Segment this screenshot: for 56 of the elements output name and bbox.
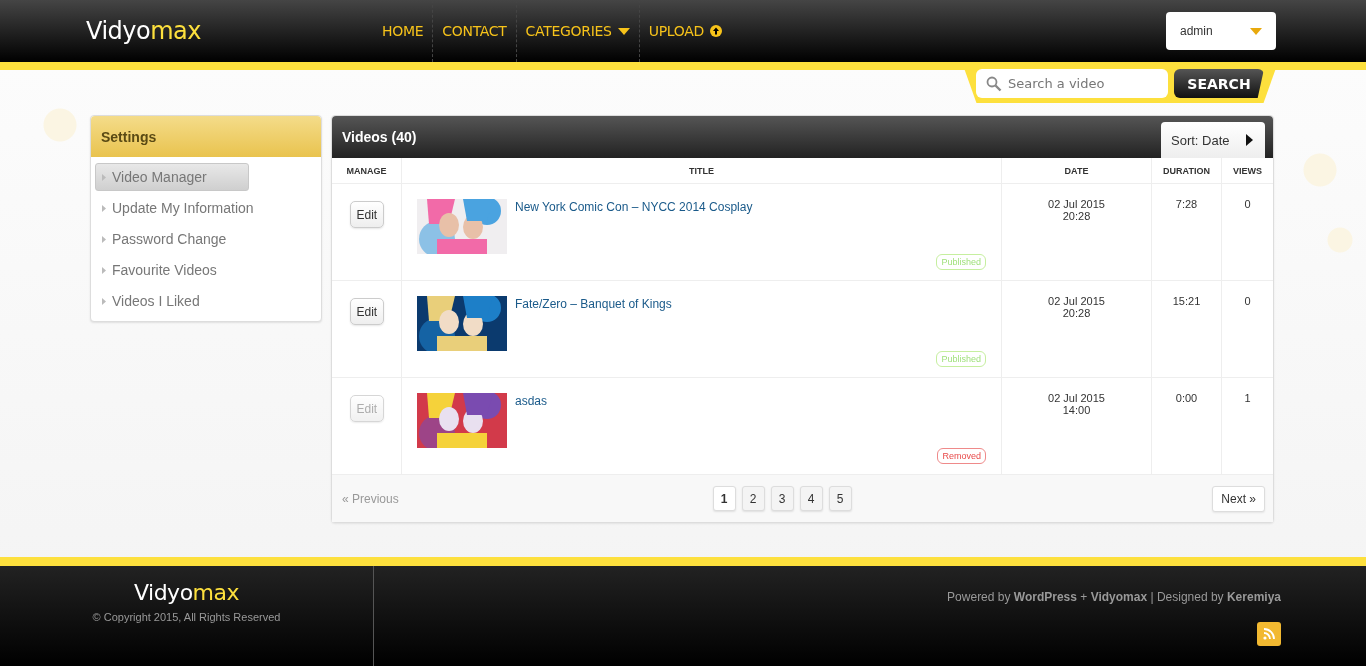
status-badge: Published	[936, 351, 986, 367]
copyright-text: © Copyright 2015, All Rights Reserved	[92, 611, 281, 623]
edit-button[interactable]: Edit	[349, 298, 384, 325]
rss-icon[interactable]	[1257, 622, 1281, 646]
sidebar-item[interactable]: Videos I Liked	[95, 287, 317, 315]
nav-link[interactable]: CATEGORIES	[515, 0, 639, 62]
caret-icon	[1250, 27, 1262, 35]
search-field[interactable]: Search a video	[976, 69, 1168, 98]
page-button[interactable]: 5	[828, 486, 852, 511]
table-cell: 0:00	[1175, 392, 1198, 404]
edit-button[interactable]: Edit	[349, 201, 384, 228]
status-badge: Published	[936, 254, 986, 270]
table-cell: 15:21	[1172, 295, 1201, 307]
nav-link[interactable]: CONTACT	[432, 0, 516, 62]
column-header: VIEWS	[1222, 158, 1273, 184]
search-button[interactable]: SEARCH	[1174, 69, 1264, 98]
page-button[interactable]: 1	[712, 486, 736, 511]
site-logo[interactable]: Vidyomax	[86, 17, 201, 45]
caret-icon	[102, 204, 106, 212]
play-icon	[1246, 134, 1253, 146]
column-header: DATE	[1002, 158, 1152, 184]
sidebar-item[interactable]: Update My Information	[95, 194, 317, 222]
search-icon	[986, 76, 1002, 92]
footer-logo: Vidyomax	[133, 580, 240, 605]
page-button[interactable]: 4	[799, 486, 823, 511]
sidebar-item[interactable]: Favourite Videos	[95, 256, 317, 284]
table-cell: 02 Jul 2015 20:28	[1048, 198, 1105, 222]
caret-icon	[102, 235, 106, 243]
table-cell: 02 Jul 2015 20:28	[1048, 295, 1105, 319]
table-cell: 0	[1244, 295, 1251, 307]
next-button[interactable]: Next »	[1212, 485, 1265, 512]
column-header: DURATION	[1152, 158, 1222, 184]
status-badge: Removed	[937, 448, 986, 464]
page-button[interactable]: 3	[770, 486, 794, 511]
nav-link[interactable]: UPLOAD	[638, 0, 731, 62]
column-header: TITLE	[402, 158, 1002, 184]
panel-title: Videos (40)	[342, 129, 417, 145]
panel-title: Settings	[91, 116, 321, 157]
caret-icon	[102, 266, 106, 274]
user-menu[interactable]: admin	[1166, 12, 1276, 50]
caret-icon	[102, 297, 106, 305]
sidebar-item[interactable]: Password Change	[95, 225, 317, 253]
table-cell: 02 Jul 2015 14:00	[1048, 392, 1105, 416]
table-cell: 1	[1244, 392, 1251, 404]
nav-link[interactable]: HOME	[373, 0, 433, 62]
column-header: MANAGE	[332, 158, 402, 184]
sort-button[interactable]: Sort: Date	[1161, 122, 1265, 158]
page-button[interactable]: 2	[741, 486, 765, 511]
table-cell: 0	[1244, 198, 1251, 210]
upload-icon	[710, 25, 722, 37]
credits-text: Powered by WordPress + Vidyomax | Designed by Keremiya	[947, 590, 1281, 604]
table-cell: 7:28	[1175, 198, 1198, 210]
video-title-link[interactable]: Fate/Zero – Banquet of Kings	[515, 297, 986, 311]
video-title-link[interactable]: New York Comic Con – NYCC 2014 Cosplay	[515, 200, 986, 214]
caret-icon	[102, 173, 106, 181]
caret-icon	[617, 27, 630, 35]
